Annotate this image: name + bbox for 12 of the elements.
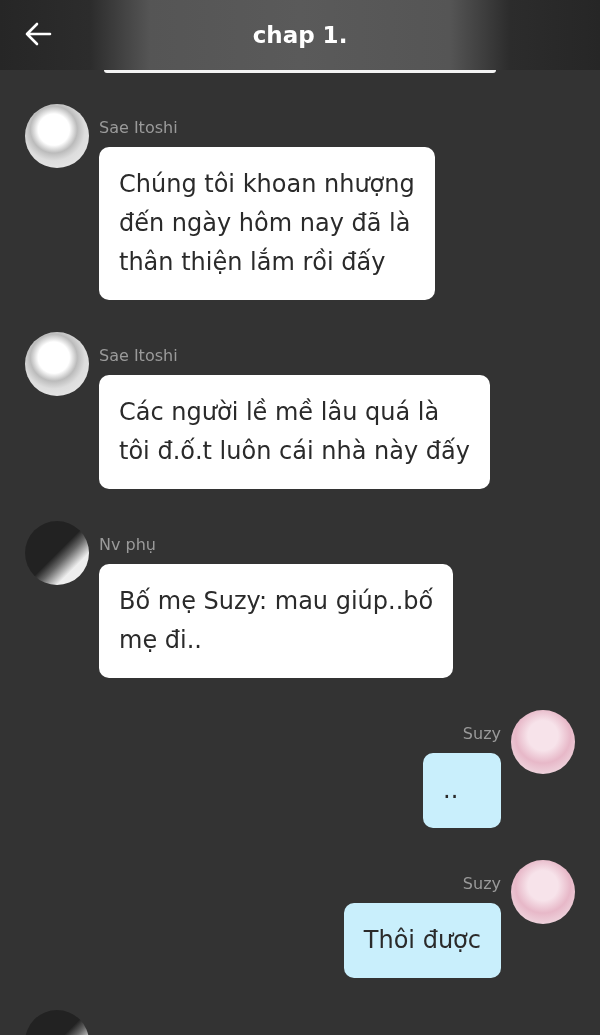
chapter-title: chap 1. <box>252 22 348 48</box>
message-bubble: Bố mẹ Suzy: mau giúp..bố mẹ đi.. <box>99 564 454 678</box>
sender-name: Sae Itoshi <box>99 118 179 137</box>
sender-name: Nv phụ <box>99 535 157 554</box>
sender-name: Suzy <box>462 874 501 893</box>
sender-name: Sae Itoshi <box>99 346 179 365</box>
sender-name: Suzy <box>462 724 501 743</box>
back-icon[interactable] <box>24 22 52 46</box>
message-bubble: .. <box>423 753 501 828</box>
message-bubble: Các người lề mề lâu quá là tôi đ.ố.t luôn cái nhà này đấy <box>99 375 490 489</box>
message-bubble: Thôi được <box>343 903 501 978</box>
message-bubble: Chúng tôi khoan nhượng đến ngày hôm nay đã là thân thiện lắm rồi đấy <box>99 147 435 300</box>
